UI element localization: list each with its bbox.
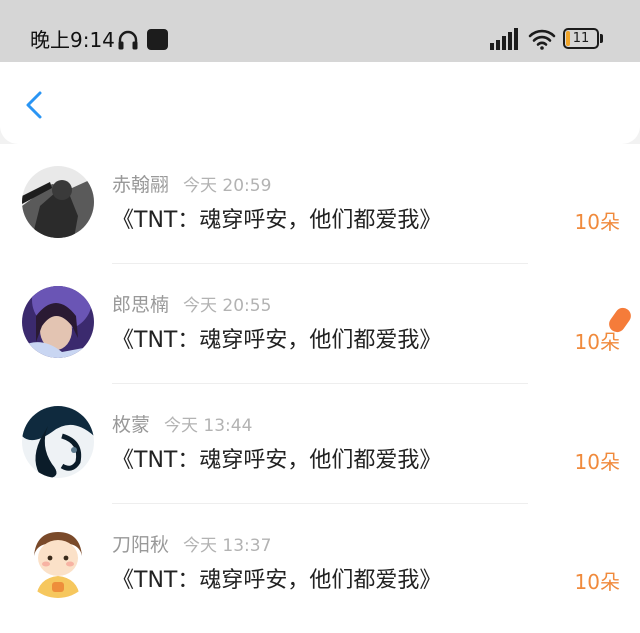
status-time: 晚上9:14 (30, 28, 115, 52)
message-text: 《TNT：魂穿呼安，他们都爱我》 (112, 568, 442, 593)
avatar[interactable] (22, 526, 94, 598)
app-notification-icon (147, 29, 168, 50)
message-text: 《TNT：魂穿呼安，他们都爱我》 (112, 208, 442, 233)
timestamp: 今天 13:37 (183, 536, 272, 556)
gift-list: 赤翰翮 今天 20:59 《TNT：魂穿呼安，他们都爱我》 10朵 郎思楠 今天 2… (0, 144, 640, 633)
avatar[interactable] (22, 166, 94, 238)
battery-icon: 11 (563, 28, 599, 49)
headphone-icon (118, 30, 138, 50)
gift-count: 10朵 (574, 210, 620, 234)
battery-tip (600, 34, 603, 43)
sender-name: 赤翰翮 (112, 174, 170, 196)
timestamp: 今天 13:44 (164, 416, 253, 436)
status-bar: 晚上9:14 11 (0, 0, 640, 66)
avatar[interactable] (22, 406, 94, 478)
chevron-left-icon (26, 91, 42, 119)
gift-count: 10朵 (574, 450, 620, 474)
timestamp: 今天 20:59 (183, 176, 272, 196)
timestamp: 今天 20:55 (183, 296, 272, 316)
sender-name: 郎思楠 (112, 294, 170, 316)
top-navigation-bar (0, 62, 640, 144)
list-item[interactable]: 郎思楠 今天 20:55 《TNT：魂穿呼安，他们都爱我》 10朵 (0, 264, 640, 384)
back-button[interactable] (16, 87, 52, 123)
battery-level: 11 (572, 31, 590, 46)
gift-count: 10朵 (574, 330, 620, 354)
message-text: 《TNT：魂穿呼安，他们都爱我》 (112, 448, 442, 473)
list-item[interactable]: 枚蒙 今天 13:44 《TNT：魂穿呼安，他们都爱我》 10朵 (0, 384, 640, 504)
sender-name: 刀阳秋 (112, 534, 170, 556)
message-text: 《TNT：魂穿呼安，他们都爱我》 (112, 328, 442, 353)
gift-count: 10朵 (574, 570, 620, 594)
list-item[interactable]: 刀阳秋 今天 13:37 《TNT：魂穿呼安，他们都爱我》 10朵 (0, 504, 640, 624)
sender-name: 枚蒙 (112, 414, 151, 436)
list-item[interactable]: 赤翰翮 今天 20:59 《TNT：魂穿呼安，他们都爱我》 10朵 (0, 144, 640, 264)
signal-icon (490, 28, 518, 50)
wifi-icon (528, 29, 556, 50)
avatar[interactable] (22, 286, 94, 358)
